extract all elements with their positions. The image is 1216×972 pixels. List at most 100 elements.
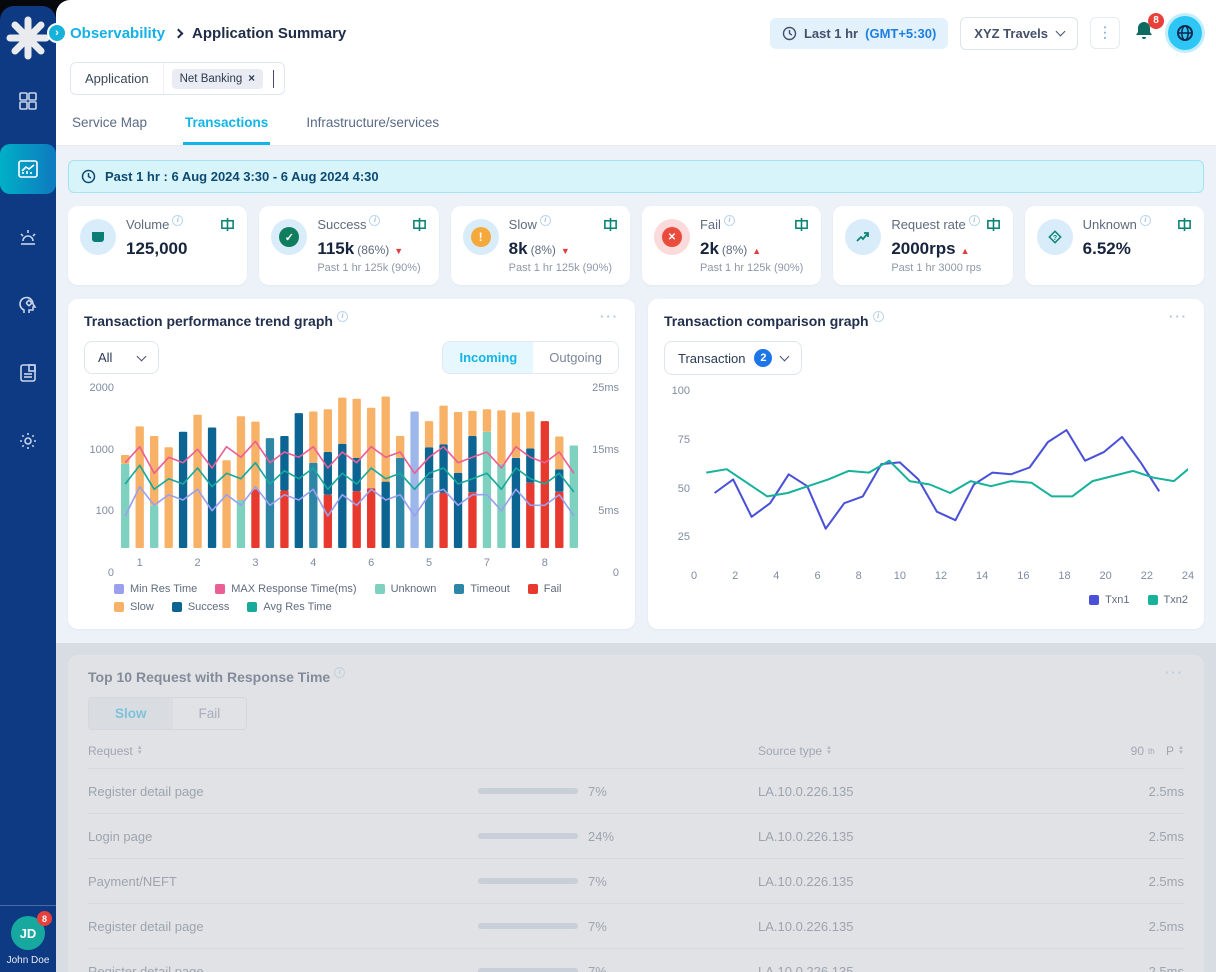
column-90th-percentile[interactable]: 90th P ▲▼: [1084, 744, 1184, 758]
sidebar-item-analytics[interactable]: [0, 144, 56, 194]
avatar[interactable]: JD 8: [11, 916, 45, 950]
info-icon[interactable]: i: [369, 215, 380, 226]
legend-item[interactable]: MAX Response Time(ms): [215, 583, 356, 595]
table-row[interactable]: Register detail page 7% LA.10.0.226.135 …: [88, 903, 1184, 948]
bar-segment-sl: [251, 422, 259, 490]
toggle-outgoing[interactable]: Outgoing: [533, 342, 618, 373]
legend-item[interactable]: Slow: [114, 601, 154, 613]
column-request[interactable]: Request ▲▼: [88, 744, 478, 758]
sidebar-item-apps[interactable]: [0, 76, 56, 126]
legend-item[interactable]: Txn2: [1148, 594, 1188, 606]
kebab-icon: ···: [1098, 25, 1113, 41]
kpi-card-success: ✓ Success i 115k (86%): [259, 206, 438, 285]
kpi-title: Unknown: [1083, 217, 1137, 232]
table-row[interactable]: Register detail page 7% LA.10.0.226.135 …: [88, 768, 1184, 813]
sidebar-collapse-button[interactable]: ›: [47, 23, 67, 43]
table-row[interactable]: Payment/NEFT 7% LA.10.0.226.135 2.5ms: [88, 858, 1184, 903]
chevron-down-icon: [1056, 27, 1066, 37]
table-tabs: Slow Fail: [88, 697, 247, 730]
breadcrumb-parent-link[interactable]: Observability: [70, 25, 165, 42]
request-name: Register detail page: [88, 919, 478, 934]
compare-icon[interactable]: [986, 217, 1001, 237]
filter-caret[interactable]: [271, 70, 284, 88]
card-menu-icon[interactable]: ···: [1169, 313, 1188, 321]
chip-close-icon[interactable]: ×: [248, 73, 255, 85]
card-menu-icon[interactable]: ···: [600, 313, 619, 321]
table-row[interactable]: Register detail page 7% LA.10.0.226.135 …: [88, 948, 1184, 972]
sidebar-user[interactable]: JD 8 John Doe: [0, 905, 56, 966]
sidebar-item-alerts[interactable]: [0, 212, 56, 262]
toggle-incoming[interactable]: Incoming: [443, 342, 533, 373]
trend-filter-select[interactable]: All: [84, 341, 159, 374]
kpi-title: Slow: [509, 217, 537, 232]
sort-icon[interactable]: ▲▼: [1178, 746, 1184, 756]
compare-icon[interactable]: [412, 217, 427, 237]
bar-segment-fa: [251, 489, 259, 548]
profile-globe-button[interactable]: [1168, 16, 1202, 50]
compare-icon[interactable]: [603, 217, 618, 237]
p90-value: 2.5ms: [1084, 964, 1184, 972]
info-icon[interactable]: i: [540, 215, 551, 226]
bar-segment-fa: [439, 493, 447, 548]
time-range-banner: Past 1 hr : 6 Aug 2024 3:30 - 6 Aug 2024…: [68, 160, 1204, 193]
bar-segment-sl: [324, 409, 332, 452]
legend-item[interactable]: Min Res Time: [114, 583, 197, 595]
percent-bar: [478, 878, 578, 884]
sidebar-item-ai-insights[interactable]: [0, 280, 56, 330]
table-row[interactable]: Login page 24% LA.10.0.226.135 2.5ms: [88, 813, 1184, 858]
compare-icon[interactable]: [220, 217, 235, 237]
bar-segment-ti: [396, 458, 404, 548]
more-options-button[interactable]: ···: [1090, 17, 1120, 49]
comparison-plot: 100755025 024681012141618202224: [664, 391, 1188, 586]
card-title: Top 10 Request with Response Time: [88, 669, 330, 685]
info-icon[interactable]: i: [337, 311, 348, 322]
info-icon[interactable]: i: [1140, 215, 1151, 226]
comparison-line-chart[interactable]: [694, 391, 1188, 561]
tab-service-map[interactable]: Service Map: [70, 105, 149, 145]
org-selector-value: XYZ Travels: [974, 26, 1048, 41]
min-line: [125, 487, 574, 516]
bar-segment-su: [179, 432, 187, 548]
p90-value: 2.5ms: [1084, 919, 1184, 934]
table-tab-slow[interactable]: Slow: [89, 698, 173, 729]
compare-icon[interactable]: [1177, 217, 1192, 237]
sidebar-nav: [0, 76, 56, 466]
card-menu-icon[interactable]: ···: [1165, 669, 1184, 677]
info-icon[interactable]: i: [334, 667, 345, 678]
column-source-type[interactable]: Source type ▲▼: [758, 744, 1084, 758]
legend-item[interactable]: Unknown: [375, 583, 437, 595]
info-icon[interactable]: i: [873, 311, 884, 322]
sidebar-item-reports[interactable]: [0, 348, 56, 398]
info-icon[interactable]: i: [172, 215, 183, 226]
sort-icon[interactable]: ▲▼: [137, 746, 143, 756]
org-selector[interactable]: XYZ Travels: [960, 17, 1078, 50]
table-tab-fail[interactable]: Fail: [173, 698, 247, 729]
legend-item[interactable]: Txn1: [1089, 594, 1129, 606]
slow-icon: !: [463, 219, 499, 255]
legend-item[interactable]: Timeout: [454, 583, 509, 595]
legend-swatch: [1148, 595, 1158, 605]
legend-item[interactable]: Fail: [528, 583, 562, 595]
trend-bar-chart[interactable]: [118, 388, 581, 548]
legend-item[interactable]: Avg Res Time: [247, 601, 331, 613]
filter-chip-net-banking[interactable]: Net Banking ×: [172, 69, 263, 89]
bar-segment-sl: [353, 399, 361, 458]
sidebar-item-settings[interactable]: [0, 416, 56, 466]
request-name: Login page: [88, 829, 478, 844]
compare-icon[interactable]: [794, 217, 809, 237]
source-value: LA.10.0.226.135: [758, 874, 1084, 889]
transaction-select[interactable]: Transaction 2: [664, 341, 802, 375]
kpi-value: 6.52%: [1083, 239, 1131, 259]
sort-icon[interactable]: ▲▼: [826, 746, 832, 756]
request-name: Register detail page: [88, 784, 478, 799]
time-range-picker[interactable]: Last 1 hr (GMT+5:30): [770, 18, 948, 49]
info-icon[interactable]: i: [969, 215, 980, 226]
application-filter[interactable]: Application Net Banking ×: [70, 62, 285, 95]
notifications-button[interactable]: 8: [1132, 19, 1156, 48]
legend-item[interactable]: Success: [172, 601, 230, 613]
bar-segment-fa: [367, 488, 375, 548]
tab-transactions[interactable]: Transactions: [183, 105, 270, 145]
info-icon[interactable]: i: [724, 215, 735, 226]
tab-infrastructure-services[interactable]: Infrastructure/services: [304, 105, 441, 145]
clock-icon: [81, 169, 96, 184]
